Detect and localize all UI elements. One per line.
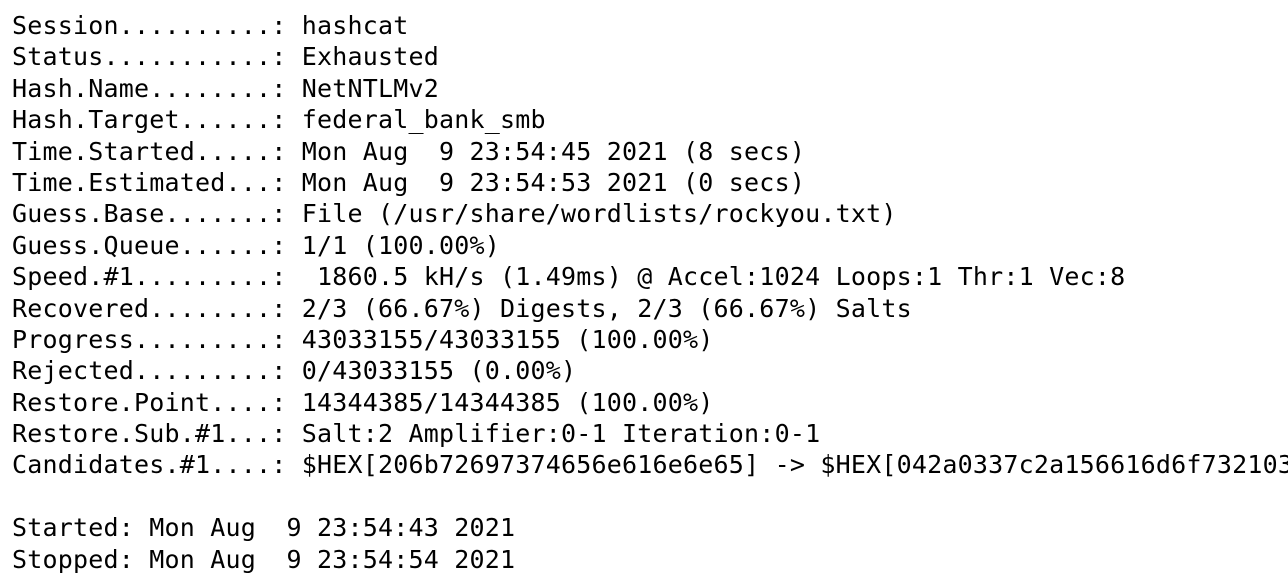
status-line-restore-sub: Restore.Sub.#1...: Salt:2 Amplifier:0-1 … [12,419,821,449]
status-line-session: Session..........: hashcat [12,11,409,40]
status-line-hash-target: Hash.Target......: federal_bank_smb [12,105,546,135]
status-line-speed: Speed.#1.........: 1860.5 kH/s (1.49ms) … [12,262,1126,292]
status-line-time-started: Time.Started.....: Mon Aug 9 23:54:45 20… [12,136,806,166]
status-line-rejected: Rejected.........: 0/43033155 (0.00%) [12,356,577,386]
footer-stopped: Stopped: Mon Aug 9 23:54:54 2021 [12,544,516,574]
terminal-output: Session..........: hashcat Status.......… [0,0,1288,583]
status-line-progress: Progress.........: 43033155/43033155 (10… [12,324,714,354]
status-line-status: Status...........: Exhausted [12,42,440,72]
status-line-recovered: Recovered........: 2/3 (66.67%) Digests,… [12,293,912,323]
status-line-restore-point: Restore.Point....: 14344385/14344385 (10… [12,387,714,417]
status-line-hash-name: Hash.Name........: NetNTLMv2 [12,73,440,103]
status-line-guess-base: Guess.Base.......: File (/usr/share/word… [12,199,897,229]
footer-started: Started: Mon Aug 9 23:54:43 2021 [12,513,516,543]
status-line-candidates: Candidates.#1....: $HEX[206b72697374656e… [12,450,1288,480]
status-line-guess-queue: Guess.Queue......: 1/1 (100.00%) [12,230,501,260]
status-line-time-estimated: Time.Estimated...: Mon Aug 9 23:54:53 20… [12,167,806,197]
